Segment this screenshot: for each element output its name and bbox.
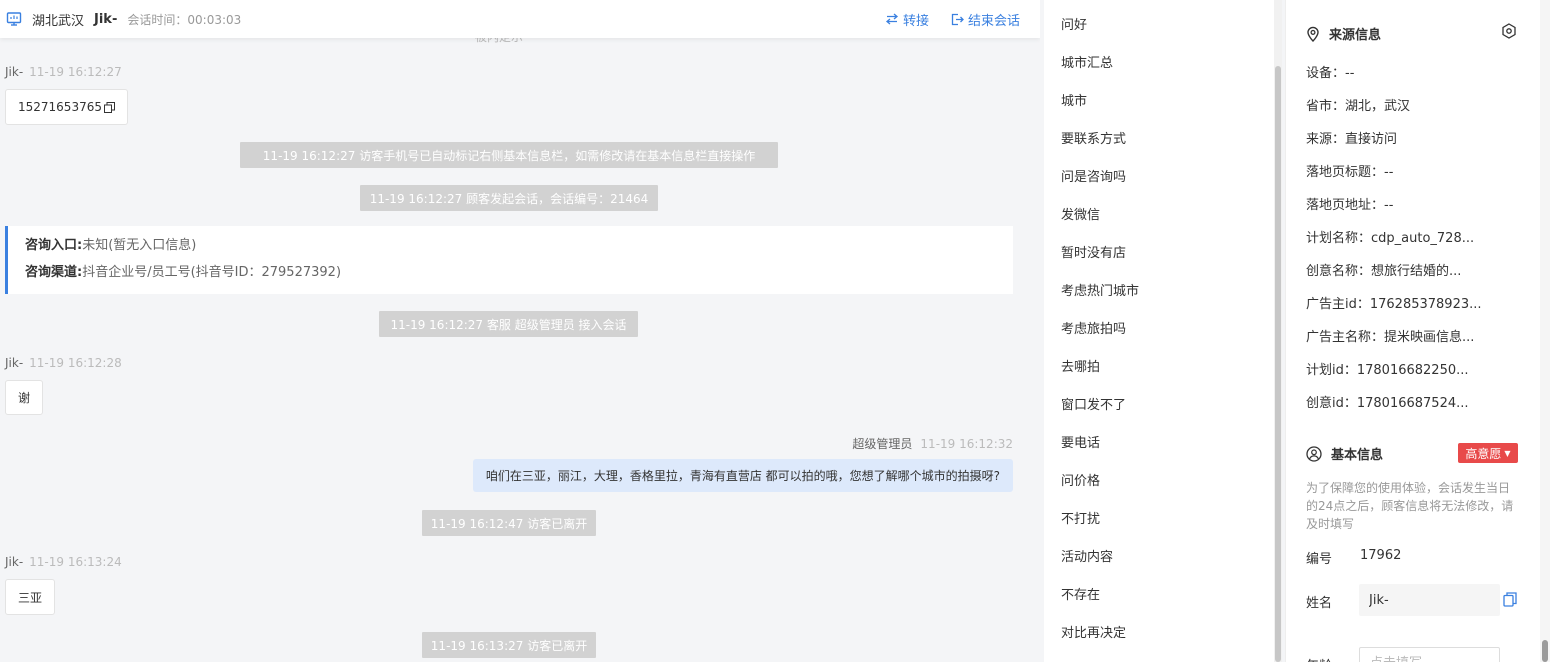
duration-label: 会话时间： — [127, 12, 188, 27]
quick-reply-item[interactable]: 要电话 — [1061, 432, 1100, 451]
message-time: 11-19 16:12:28 — [29, 356, 122, 370]
caret-down-icon: ▼ — [1504, 448, 1511, 458]
entry-row: 咨询入口:未知(暂无入口信息) — [25, 236, 1013, 263]
source-province: 省市：湖北，武汉 — [1306, 99, 1411, 114]
message-text: 三亚 — [18, 590, 43, 605]
quick-reply-item[interactable]: 城市汇总 — [1061, 52, 1113, 71]
advertiser-id: 广告主id：176285378923... — [1306, 297, 1482, 312]
user-circle-icon — [1306, 445, 1322, 462]
session-duration: 会话时间：00:03:03 — [127, 11, 241, 28]
source-device: 设备：-- — [1306, 66, 1355, 81]
sender-name: Jik- — [5, 65, 24, 79]
visitor-location: 湖北武汉 — [32, 13, 85, 29]
message-meta: Jik- 11-19 16:13:24 — [5, 555, 122, 569]
plan-id: 计划id：178016682250... — [1306, 363, 1469, 378]
sender-name: Jik- — [5, 555, 24, 569]
agent-message-bubble: 咱们在三亚，丽江，大理，香格里拉，青海有直营店 都可以拍的哦，您想了解哪个城市的… — [472, 459, 1013, 492]
quick-reply-item[interactable]: 问好 — [1061, 14, 1087, 33]
channel-row: 咨询渠道:抖音企业号/员工号(抖音号ID：279527392) — [25, 263, 1013, 290]
quick-reply-item[interactable]: 不打扰 — [1061, 508, 1100, 527]
source-origin: 来源：直接访问 — [1306, 132, 1398, 147]
system-notice: 11-19 16:12:27 顾客发起会话，会话编号：21464 — [360, 185, 658, 211]
visitor-message-bubble: 15271653765 — [5, 89, 128, 125]
quick-reply-scrollbar[interactable] — [1274, 0, 1282, 662]
source-info-header: 来源信息 — [1306, 24, 1381, 43]
copy-icon[interactable] — [103, 101, 115, 113]
visitor-name: Jik- — [94, 11, 118, 27]
chat-panel: 湖北武汉 Jik- 会话时间：00:03:03 转接 结束会话 被内定示 Jik… — [0, 0, 1040, 662]
basic-info-title: 基本信息 — [1331, 448, 1384, 463]
basic-info-header: 基本信息 — [1306, 444, 1383, 463]
quick-reply-item[interactable]: 去哪拍 — [1061, 356, 1100, 375]
end-session-label: 结束会话 — [967, 13, 1020, 29]
visitor-message-bubble: 三亚 — [5, 579, 56, 615]
system-notice: 11-19 16:13:27 访客已离开 — [422, 632, 596, 658]
system-notice: 11-19 16:12:27 客服 超级管理员 接入会话 — [379, 311, 638, 337]
landing-page-title: 落地页标题：-- — [1306, 165, 1394, 180]
message-text: 15271653765 — [18, 100, 102, 114]
message-time: 11-19 16:13:24 — [29, 555, 122, 569]
quick-reply-item[interactable]: 考虑旅拍吗 — [1061, 318, 1126, 337]
monitor-icon — [6, 11, 22, 27]
transfer-button[interactable]: 转接 — [885, 10, 929, 29]
location-pin-icon — [1307, 26, 1319, 42]
message-meta: 超级管理员 11-19 16:12:32 — [852, 435, 1013, 452]
advertiser-name: 广告主名称：提米映画信息... — [1306, 330, 1475, 345]
channel-key: 咨询渠道: — [25, 265, 83, 280]
message-time: 11-19 16:12:32 — [920, 437, 1013, 451]
intent-level-dropdown[interactable]: 高意愿 ▼ — [1458, 443, 1518, 463]
system-notice: 11-19 16:12:47 访客已离开 — [422, 510, 596, 536]
info-panel-scrollbar[interactable] — [1540, 0, 1550, 662]
consult-entry-card: 咨询入口:未知(暂无入口信息) 咨询渠道:抖音企业号/员工号(抖音号ID：279… — [5, 226, 1013, 294]
logout-icon — [951, 13, 964, 25]
message-text: 咱们在三亚，丽江，大理，香格里拉，青海有直营店 都可以拍的哦，您想了解哪个城市的… — [485, 469, 1000, 483]
scrollbar-thumb[interactable] — [1542, 640, 1548, 662]
copy-name-icon[interactable] — [1503, 592, 1517, 611]
settings-icon[interactable] — [1501, 23, 1517, 43]
id-label: 编号 — [1306, 552, 1333, 567]
name-label: 姓名 — [1306, 596, 1333, 611]
message-time: 11-19 16:12:27 — [29, 65, 122, 79]
quick-reply-item[interactable]: 问价格 — [1061, 470, 1100, 489]
quick-reply-item[interactable]: 窗口发不了 — [1061, 394, 1126, 413]
transfer-label: 转接 — [902, 13, 929, 29]
end-session-button[interactable]: 结束会话 — [951, 10, 1020, 29]
landing-page-url: 落地页地址：-- — [1306, 198, 1394, 213]
name-field[interactable] — [1359, 584, 1500, 616]
transfer-icon — [885, 13, 898, 25]
duration-value: 00:03:03 — [187, 12, 242, 27]
quick-reply-item[interactable]: 活动内容 — [1061, 546, 1113, 565]
quick-reply-panel: 问好 城市汇总 城市 要联系方式 问是咨询吗 发微信 暂时没有店 考虑热门城市 … — [1044, 0, 1282, 662]
chat-header: 湖北武汉 Jik- 会话时间：00:03:03 转接 结束会话 — [0, 0, 1040, 38]
quick-reply-item[interactable]: 不存在 — [1061, 584, 1100, 603]
creative-id: 创意id：178016687524... — [1306, 396, 1469, 411]
quick-reply-item[interactable]: 发微信 — [1061, 204, 1100, 223]
channel-value: 抖音企业号/员工号(抖音号ID：279527392) — [82, 265, 342, 280]
sender-name: 超级管理员 — [852, 437, 913, 451]
message-meta: Jik- 11-19 16:12:28 — [5, 356, 122, 370]
plan-name: 计划名称：cdp_auto_728... — [1306, 231, 1475, 246]
age-field[interactable] — [1359, 647, 1500, 662]
creative-name: 创意名称：想旅行结婚的... — [1306, 264, 1462, 279]
intent-level-label: 高意愿 — [1465, 446, 1502, 461]
edit-deadline-notice: 为了保障您的使用体验，会话发生当日的24点之后，顾客信息将无法修改，请及时填写 — [1306, 481, 1514, 531]
message-meta: Jik- 11-19 16:12:27 — [5, 65, 122, 79]
age-label: 年龄 — [1306, 655, 1332, 662]
quick-reply-item[interactable]: 暂时没有店 — [1061, 242, 1126, 261]
scrollbar-thumb[interactable] — [1275, 66, 1281, 662]
system-notice: 11-19 16:12:27 访客手机号已自动标记右侧基本信息栏，如需修改请在基… — [240, 142, 778, 168]
source-info-title: 来源信息 — [1329, 28, 1382, 43]
entry-key: 咨询入口: — [25, 238, 83, 253]
quick-reply-item[interactable]: 要联系方式 — [1061, 128, 1126, 147]
entry-value: 未知(暂无入口信息) — [82, 238, 197, 253]
visitor-info-panel: 来源信息 设备：-- 省市：湖北，武汉 来源：直接访问 落地页标题：-- 落地页… — [1285, 0, 1550, 662]
id-value: 17962 — [1360, 548, 1402, 563]
visitor-message-bubble: 谢 — [5, 380, 44, 415]
quick-reply-item[interactable]: 考虑热门城市 — [1061, 280, 1139, 299]
quick-reply-item[interactable]: 对比再决定 — [1061, 622, 1126, 641]
quick-reply-item[interactable]: 问是咨询吗 — [1061, 166, 1126, 185]
quick-reply-item[interactable]: 城市 — [1061, 90, 1087, 109]
message-text: 谢 — [18, 391, 31, 405]
sender-name: Jik- — [5, 356, 24, 370]
